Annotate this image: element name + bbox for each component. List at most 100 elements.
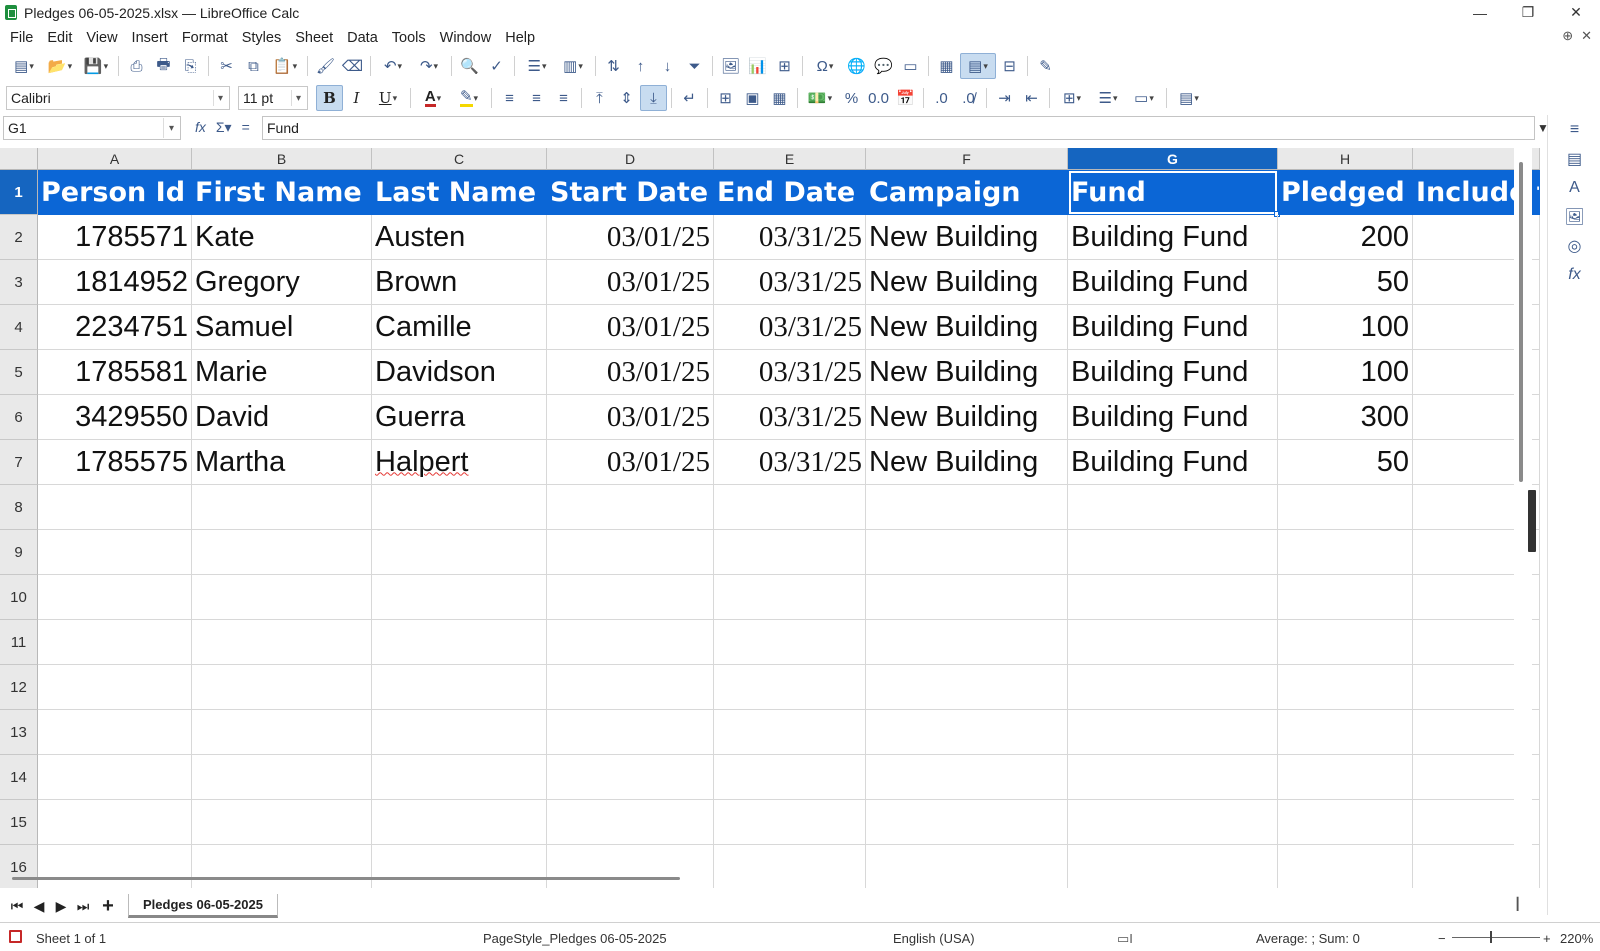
table-cell[interactable]: Camille: [372, 305, 547, 350]
row-header[interactable]: 4: [0, 305, 38, 350]
column-header[interactable]: B: [192, 148, 372, 170]
row-header[interactable]: 5: [0, 350, 38, 395]
empty-cell[interactable]: [1278, 755, 1413, 800]
align-middle-icon[interactable]: ⇕: [613, 85, 640, 111]
print-icon[interactable]: 🖶: [150, 53, 177, 79]
table-cell[interactable]: Building Fund: [1068, 215, 1278, 260]
minimize-button[interactable]: —: [1456, 0, 1504, 25]
table-cell[interactable]: 50: [1278, 440, 1413, 485]
decrease-indent-icon[interactable]: ⇤: [1018, 85, 1045, 111]
empty-cell[interactable]: [1068, 710, 1278, 755]
table-cell[interactable]: Brown: [372, 260, 547, 305]
print-preview-icon[interactable]: ⎘: [177, 53, 204, 79]
insert-image-icon[interactable]: 🖼: [717, 53, 744, 79]
empty-cell[interactable]: [714, 800, 866, 845]
table-cell[interactable]: 03/01/25: [547, 350, 714, 395]
unmerge-cells-icon[interactable]: ▦: [766, 85, 793, 111]
empty-cell[interactable]: [372, 575, 547, 620]
menu-view[interactable]: View: [80, 28, 125, 48]
define-print-area-icon[interactable]: ▦: [933, 53, 960, 79]
table-cell[interactable]: 1785581: [38, 350, 192, 395]
bold-icon[interactable]: B: [316, 85, 343, 111]
chevron-down-icon[interactable]: ▾: [291, 90, 305, 106]
empty-cell[interactable]: [714, 845, 866, 888]
table-cell[interactable]: Building Fund: [1068, 305, 1278, 350]
empty-cell[interactable]: [1068, 530, 1278, 575]
empty-cell[interactable]: [1278, 620, 1413, 665]
cut-icon[interactable]: ✂: [213, 53, 240, 79]
export-pdf-icon[interactable]: ⎙: [123, 53, 150, 79]
empty-cell[interactable]: [866, 485, 1068, 530]
copy-icon[interactable]: ⧉: [240, 53, 267, 79]
empty-cell[interactable]: [192, 530, 372, 575]
table-cell[interactable]: 03/31/25: [714, 260, 866, 305]
menu-data[interactable]: Data: [341, 28, 386, 48]
empty-cell[interactable]: [38, 575, 192, 620]
table-cell[interactable]: 50: [1278, 260, 1413, 305]
table-cell[interactable]: 03/01/25: [547, 215, 714, 260]
table-cell[interactable]: Gregory: [192, 260, 372, 305]
insert-chart-icon[interactable]: 📊: [744, 53, 771, 79]
table-cell[interactable]: Marie: [192, 350, 372, 395]
percent-format-icon[interactable]: %: [838, 85, 865, 111]
empty-cell[interactable]: [372, 800, 547, 845]
table-cell[interactable]: Building Fund: [1068, 260, 1278, 305]
empty-cell[interactable]: [38, 485, 192, 530]
empty-cell[interactable]: [372, 485, 547, 530]
zoom-slider[interactable]: [1452, 937, 1540, 938]
table-cell[interactable]: 3429550: [38, 395, 192, 440]
italic-icon[interactable]: I: [343, 85, 370, 111]
table-cell[interactable]: Building Fund: [1068, 440, 1278, 485]
conditional-format-icon[interactable]: ▤: [1171, 85, 1207, 111]
empty-cell[interactable]: [1068, 575, 1278, 620]
row-header[interactable]: 13: [0, 710, 38, 755]
align-center-icon[interactable]: ≡: [523, 85, 550, 111]
paste-icon[interactable]: 📋: [267, 53, 303, 79]
table-cell[interactable]: Guerra: [372, 395, 547, 440]
empty-cell[interactable]: [192, 575, 372, 620]
table-cell[interactable]: 300: [1278, 395, 1413, 440]
font-size-box[interactable]: 11 pt ▾: [238, 86, 308, 110]
empty-cell[interactable]: [547, 755, 714, 800]
add-sheet-icon[interactable]: +: [94, 895, 122, 918]
active-cell[interactable]: Fund: [1068, 170, 1278, 215]
column-header[interactable]: D: [547, 148, 714, 170]
empty-cell[interactable]: [547, 665, 714, 710]
name-box[interactable]: G1 ▾: [3, 116, 181, 140]
delete-decimal-icon[interactable]: .0̸: [955, 85, 982, 111]
special-character-icon[interactable]: Ω: [807, 53, 843, 79]
empty-cell[interactable]: [547, 845, 714, 888]
sheet-tab-active[interactable]: Pledges 06-05-2025: [128, 894, 278, 918]
table-cell[interactable]: Building Fund: [1068, 395, 1278, 440]
empty-cell[interactable]: [38, 710, 192, 755]
header-cell[interactable]: End Date: [714, 170, 866, 215]
table-cell[interactable]: 1814952: [38, 260, 192, 305]
table-cell[interactable]: New Building: [866, 395, 1068, 440]
header-cell[interactable]: Pledged: [1278, 170, 1413, 215]
sort-descending-icon[interactable]: ↓: [654, 53, 681, 79]
table-cell[interactable]: New Building: [866, 305, 1068, 350]
align-top-icon[interactable]: ⤒: [586, 85, 613, 111]
chevron-down-icon[interactable]: ▾: [213, 90, 227, 106]
row-header[interactable]: 2: [0, 215, 38, 260]
menu-tools[interactable]: Tools: [386, 28, 434, 48]
currency-format-icon[interactable]: 💵: [802, 85, 838, 111]
table-cell[interactable]: Building Fund: [1068, 350, 1278, 395]
menu-edit[interactable]: Edit: [41, 28, 80, 48]
empty-cell[interactable]: [1278, 800, 1413, 845]
navigator-icon[interactable]: ◎: [1548, 231, 1600, 260]
close-button[interactable]: ✕: [1552, 0, 1600, 25]
last-sheet-icon[interactable]: ⏭: [72, 898, 94, 915]
empty-cell[interactable]: [1068, 800, 1278, 845]
clear-formatting-icon[interactable]: ⌫: [339, 53, 366, 79]
font-color-icon[interactable]: A: [415, 85, 451, 111]
empty-cell[interactable]: [192, 620, 372, 665]
header-cell[interactable]: First Name: [192, 170, 372, 215]
autofilter-icon[interactable]: ⏷: [681, 53, 708, 79]
empty-cell[interactable]: [1068, 485, 1278, 530]
empty-cell[interactable]: [38, 800, 192, 845]
clone-formatting-icon[interactable]: 🖌: [312, 53, 339, 79]
page-style[interactable]: PageStyle_Pledges 06-05-2025: [483, 931, 667, 946]
empty-cell[interactable]: [372, 665, 547, 710]
table-cell[interactable]: 100: [1278, 305, 1413, 350]
